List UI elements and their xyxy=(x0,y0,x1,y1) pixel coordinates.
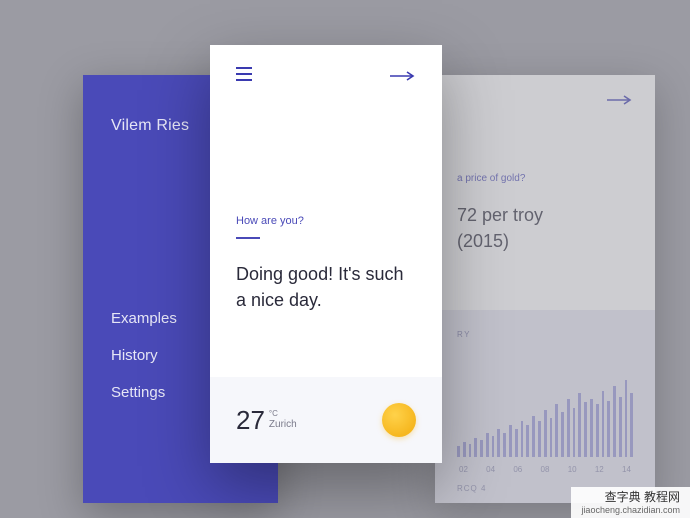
chart-bar xyxy=(463,442,466,457)
temperature-unit: °C xyxy=(269,409,297,418)
chart-bar xyxy=(613,386,616,457)
chart-series-label: RY xyxy=(457,330,633,339)
x-tick: 10 xyxy=(568,465,577,474)
chart-bar xyxy=(521,421,524,457)
chart-bar xyxy=(486,433,489,457)
chart-x-axis: 02 04 06 08 10 12 14 xyxy=(457,465,633,474)
chart-bar xyxy=(480,440,483,457)
x-tick: 02 xyxy=(459,465,468,474)
chart-bar xyxy=(555,404,558,457)
chart-bar xyxy=(474,438,477,457)
prompt-label: How are you? xyxy=(236,215,416,227)
chart-bar xyxy=(607,401,610,457)
chart-bar xyxy=(469,444,472,457)
chart-bar xyxy=(596,404,599,457)
chart-bar xyxy=(561,412,564,457)
chart-bar xyxy=(503,433,506,457)
chart-bar xyxy=(492,436,495,457)
chart-bar xyxy=(538,421,541,457)
hamburger-icon[interactable] xyxy=(236,67,252,85)
detail-panel: a price of gold? 72 per troy (2015) RY 0… xyxy=(435,75,655,503)
chart-bar xyxy=(619,397,622,457)
chart-bar xyxy=(625,380,628,457)
prompt-underline xyxy=(236,237,260,239)
chart-bar xyxy=(578,393,581,457)
chart-bar xyxy=(497,429,500,457)
chart-bar xyxy=(515,429,518,457)
x-tick: 06 xyxy=(513,465,522,474)
main-panel: How are you? Doing good! It's such a nic… xyxy=(210,45,442,463)
city-label: Zurich xyxy=(269,419,297,430)
forward-arrow-icon[interactable] xyxy=(607,95,633,105)
question-fragment: a price of gold? xyxy=(457,173,633,184)
chart-bar xyxy=(567,399,570,457)
x-tick: 12 xyxy=(595,465,604,474)
x-tick: 14 xyxy=(622,465,631,474)
chart-bar xyxy=(526,425,529,457)
x-tick: 04 xyxy=(486,465,495,474)
bar-chart xyxy=(457,363,633,457)
x-tick: 08 xyxy=(541,465,550,474)
chart-bar xyxy=(544,410,547,457)
chart-bar xyxy=(532,416,535,457)
answer-text: 72 per troy (2015) xyxy=(457,202,633,254)
forward-arrow-icon[interactable] xyxy=(390,71,416,81)
top-bar xyxy=(236,67,416,85)
response-text: Doing good! It's such a nice day. xyxy=(236,261,416,313)
chart-bar xyxy=(573,408,576,457)
temperature-value: 27 xyxy=(236,405,265,436)
sun-icon xyxy=(382,403,416,437)
chart-bar xyxy=(584,402,587,457)
chart-card: RY 02040608101214 RCQ 4 xyxy=(435,310,655,503)
chart-bar xyxy=(550,418,553,457)
watermark-line1: 查字典 教程网 xyxy=(581,491,680,505)
chart-bar xyxy=(590,399,593,457)
chart-bar xyxy=(630,393,633,457)
watermark-line2: jiaocheng.chazidian.com xyxy=(581,505,680,515)
chart-bar xyxy=(457,446,460,457)
watermark: 查字典 教程网 jiaocheng.chazidian.com xyxy=(571,487,690,518)
weather-card[interactable]: 27 °C Zurich xyxy=(210,377,442,463)
chart-bar xyxy=(509,425,512,457)
chart-bar xyxy=(602,391,605,457)
